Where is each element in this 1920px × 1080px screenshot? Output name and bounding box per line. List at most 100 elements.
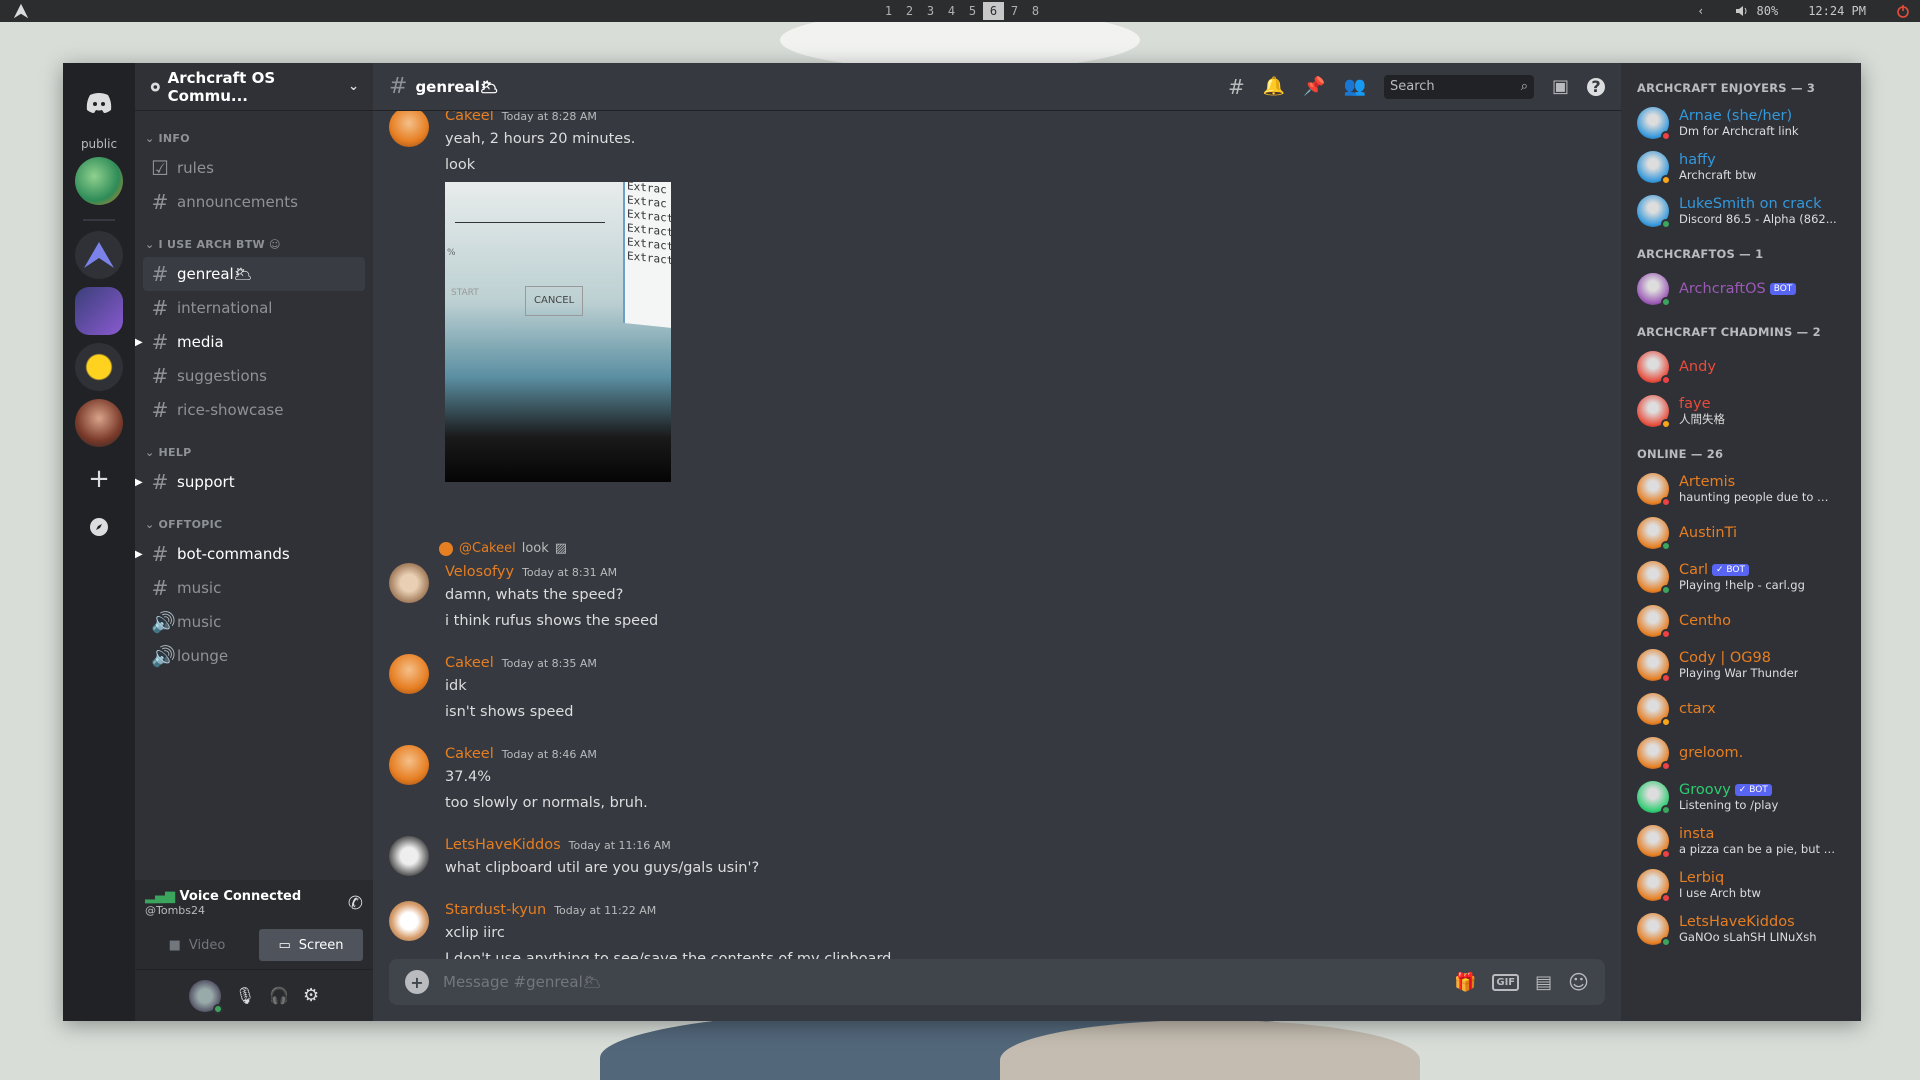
video-button[interactable]: ■ Video [145,929,249,961]
member-item[interactable]: ctarx [1637,687,1853,731]
member-avatar [1637,649,1671,683]
author-avatar[interactable] [389,901,429,941]
discord-home-button[interactable] [75,79,123,127]
channel-rules[interactable]: ☑ rules [143,151,365,185]
volume-indicator[interactable]: 80% [1735,4,1778,18]
emoji-picker-icon[interactable]: ☺ [1568,970,1589,994]
status-dot [1661,629,1671,639]
power-icon[interactable] [1896,4,1910,18]
member-avatar [1637,107,1671,141]
add-attachment-icon[interactable]: + [405,970,429,994]
member-item[interactable]: ArchcraftOS BOT [1637,267,1853,311]
message-author[interactable]: LetsHaveKiddos [445,837,561,853]
message-author[interactable]: Cakeel [445,655,494,671]
server-icon-sun[interactable] [75,343,123,391]
member-status: Discord 86.5 - Alpha (862... [1679,212,1837,226]
member-item[interactable]: Arnae (she/her) Dm for Archcraft link [1637,101,1853,145]
add-server-button[interactable]: + [75,455,123,503]
member-avatar [1637,913,1671,947]
member-item[interactable]: Carl ✓ BOT Playing !help - carl.gg [1637,555,1853,599]
message-input[interactable] [443,973,1440,991]
chevron-left-icon[interactable]: ‹ [1697,4,1704,18]
member-item[interactable]: Lerbiq I use Arch btw [1637,863,1853,907]
member-avatar [1637,605,1671,639]
author-avatar[interactable] [389,563,429,603]
message-author[interactable]: Stardust-kyun [445,902,546,918]
channel-international[interactable]: # international [143,291,365,325]
message-author[interactable]: Cakeel [445,746,494,762]
category-offtopic[interactable]: ⌄ OFFTOPIC [145,515,365,533]
channel-rice-showcase[interactable]: # rice-showcase [143,393,365,427]
arch-logo-icon[interactable] [12,2,30,20]
member-item[interactable]: Andy [1637,345,1853,389]
member-item[interactable]: Centho [1637,599,1853,643]
bell-icon[interactable]: 🔔 [1263,76,1285,97]
voice-channel-music[interactable]: 🔊 music [143,605,365,639]
member-item[interactable]: LukeSmith on crack Discord 86.5 - Alpha (… [1637,189,1853,233]
gif-icon[interactable]: GIF [1492,973,1520,991]
workspace-3[interactable]: 3 [920,2,941,20]
microphone-icon[interactable]: 🎙 [235,986,255,1005]
channel-suggestions[interactable]: # suggestions [143,359,365,393]
help-icon[interactable]: ? [1587,77,1605,96]
author-avatar[interactable] [389,654,429,694]
workspace-4[interactable]: 4 [941,2,962,20]
sticker-icon[interactable]: ▤ [1535,972,1552,993]
hash-icon: # [151,262,169,286]
channel-bot-commands[interactable]: ▶ # bot-commands [135,537,365,571]
member-item[interactable]: AustinTi [1637,511,1853,555]
disconnect-call-icon[interactable]: ✆ [348,893,363,914]
discord-window: public + Archcraft OS Commu... ⌄ ⌄ INFO ☑… [63,63,1861,1021]
gift-icon[interactable]: 🎁 [1454,972,1476,993]
search-icon: ⌕ [1520,79,1528,94]
workspace-8[interactable]: 8 [1025,2,1046,20]
member-item[interactable]: faye 人間失格 [1637,389,1853,433]
message-author[interactable]: Velosofyy [445,564,514,580]
pin-icon[interactable]: 📌 [1303,76,1325,97]
search-input[interactable]: Search ⌕ [1383,74,1534,99]
guild-header[interactable]: Archcraft OS Commu... ⌄ [135,63,373,111]
category-i-use-arch-btw[interactable]: ⌄ I USE ARCH BTW ☺ [145,235,365,253]
channel-music-text[interactable]: # music [143,571,365,605]
inbox-icon[interactable]: ▣ [1552,76,1569,97]
workspace-6[interactable]: 6 [983,2,1004,20]
member-item[interactable]: greloom. [1637,731,1853,775]
workspace-5[interactable]: 5 [962,2,983,20]
workspace-1[interactable]: 1 [878,2,899,20]
unread-indicator: ▶ [135,336,143,348]
headphones-icon[interactable]: 🎧 [269,986,289,1005]
member-item[interactable]: Groovy ✓ BOT Listening to /play [1637,775,1853,819]
reply-preview[interactable]: @Cakeel look ▨ [439,541,567,556]
author-avatar[interactable] [389,111,429,147]
member-item[interactable]: LetsHaveKiddos GaNOo sLahSH LINuXsh [1637,907,1853,951]
message-author[interactable]: Cakeel [445,111,494,124]
channel-genreal[interactable]: # genreal🌥 [143,257,365,291]
server-icon-folder[interactable] [75,287,123,335]
member-item[interactable]: haffy Archcraft btw [1637,145,1853,189]
workspace-7[interactable]: 7 [1004,2,1025,20]
server-icon-archcraft[interactable] [75,231,123,279]
member-item[interactable]: Cody | OG98 Playing War Thunder [1637,643,1853,687]
channel-announcements[interactable]: # announcements [143,185,365,219]
workspace-2[interactable]: 2 [899,2,920,20]
category-info[interactable]: ⌄ INFO [145,129,365,147]
explore-servers-button[interactable] [75,503,123,551]
screen-share-button[interactable]: ▭ Screen [259,929,363,961]
channel-media[interactable]: ▶ # media [135,325,365,359]
member-avatar [1637,781,1671,815]
author-avatar[interactable] [389,745,429,785]
threads-icon[interactable]: # [1228,75,1245,99]
category-help[interactable]: ⌄ HELP [145,443,365,461]
server-icon-person[interactable] [75,399,123,447]
server-icon-public[interactable] [75,157,123,205]
message-image-attachment[interactable]: Extrac Extrac Extract Extracti Extractin… [445,182,671,482]
member-group-title: ONLINE — 26 [1637,447,1724,461]
members-icon[interactable]: 👥 [1344,76,1366,97]
voice-channel-lounge[interactable]: 🔊 lounge [143,639,365,673]
member-item[interactable]: instaa pizza can be a pie, but a pie i..… [1637,819,1853,863]
member-item[interactable]: Artemis haunting people due to my ... [1637,467,1853,511]
author-avatar[interactable] [389,836,429,876]
user-avatar[interactable] [188,979,223,1014]
channel-support[interactable]: ▶ # support [135,465,365,499]
settings-gear-icon[interactable]: ⚙ [303,985,319,1006]
